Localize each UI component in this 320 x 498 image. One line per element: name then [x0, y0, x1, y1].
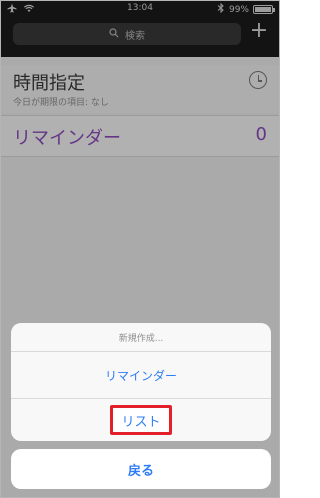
new-reminder-button[interactable]: リマインダー: [11, 353, 271, 397]
action-sheet: 新規作成... リマインダー リスト: [11, 323, 271, 441]
new-list-button-wrap: リスト: [11, 399, 271, 441]
new-list-button[interactable]: リスト: [110, 405, 172, 435]
action-sheet-title: 新規作成...: [118, 334, 164, 344]
new-list-label: リスト: [121, 414, 161, 430]
divider: [11, 351, 271, 352]
app-frame: 13:04 99% 検索 + 時間指定 今日が期限の項目: なし リマインダー …: [0, 0, 280, 498]
cancel-button[interactable]: 戻る: [11, 449, 271, 489]
